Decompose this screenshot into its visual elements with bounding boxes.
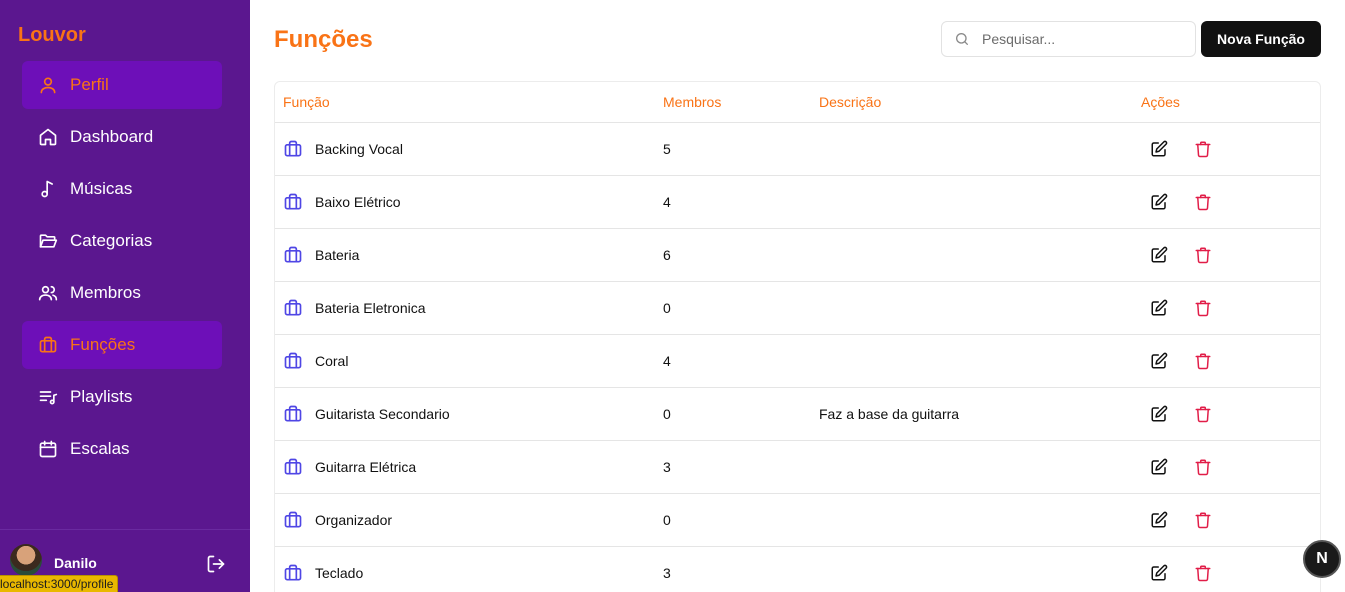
member-count: 4 bbox=[663, 353, 671, 369]
table-header: Função Membros Descrição Ações bbox=[275, 82, 1320, 123]
function-name: Guitarista Secondario bbox=[315, 406, 450, 422]
trash-icon[interactable] bbox=[1194, 564, 1212, 582]
edit-icon[interactable] bbox=[1150, 564, 1168, 582]
function-name: Teclado bbox=[315, 565, 364, 581]
user-icon bbox=[38, 75, 58, 95]
function-name: Guitarra Elétrica bbox=[315, 459, 417, 475]
dev-tools-badge[interactable]: N bbox=[1303, 540, 1341, 578]
member-count: 5 bbox=[663, 141, 671, 157]
trash-icon[interactable] bbox=[1194, 458, 1212, 476]
edit-icon[interactable] bbox=[1150, 299, 1168, 317]
edit-icon[interactable] bbox=[1150, 511, 1168, 529]
table-row: Guitarista Secondario 0 Faz a base da guit… bbox=[275, 388, 1320, 441]
member-count: 0 bbox=[663, 406, 671, 422]
search-input[interactable] bbox=[982, 31, 1182, 47]
trash-icon[interactable] bbox=[1194, 140, 1212, 158]
briefcase-icon bbox=[283, 404, 303, 424]
briefcase-icon bbox=[283, 298, 303, 318]
table-row: Teclado 3 bbox=[275, 547, 1320, 592]
briefcase-icon bbox=[283, 510, 303, 530]
column-header-name[interactable]: Função bbox=[283, 94, 330, 110]
member-count: 6 bbox=[663, 247, 671, 263]
sidebar-item-label: Membros bbox=[70, 283, 141, 302]
page-title: Funções bbox=[274, 26, 373, 53]
briefcase-icon bbox=[283, 192, 303, 212]
search-box[interactable] bbox=[941, 21, 1196, 57]
briefcase-icon bbox=[38, 335, 58, 355]
sidebar-item-perfil[interactable]: Perfil bbox=[22, 61, 222, 109]
edit-icon[interactable] bbox=[1150, 405, 1168, 423]
status-url-tooltip: localhost:3000/profile bbox=[0, 575, 119, 592]
user-name: Danilo bbox=[54, 555, 97, 571]
sidebar-item-label: Dashboard bbox=[70, 127, 154, 146]
sidebar-item-escalas[interactable]: Escalas bbox=[22, 425, 222, 473]
edit-icon[interactable] bbox=[1150, 458, 1168, 476]
home-icon bbox=[38, 127, 58, 147]
column-header-description[interactable]: Descrição bbox=[819, 94, 881, 110]
table-row: Coral 4 bbox=[275, 335, 1320, 388]
sidebar: Louvor Perfil Dashboard Músicas Categori… bbox=[0, 0, 250, 592]
column-header-members[interactable]: Membros bbox=[663, 94, 721, 110]
sidebar-item-playlists[interactable]: Playlists bbox=[22, 373, 222, 421]
sidebar-item-label: Escalas bbox=[70, 439, 130, 458]
logout-icon[interactable] bbox=[206, 554, 226, 574]
table-row: Organizador 0 bbox=[275, 494, 1320, 547]
member-count: 3 bbox=[663, 565, 671, 581]
folder-open-icon bbox=[38, 231, 58, 251]
briefcase-icon bbox=[283, 351, 303, 371]
brand-logo[interactable]: Louvor bbox=[18, 24, 86, 47]
edit-icon[interactable] bbox=[1150, 193, 1168, 211]
table-row: Bateria 6 bbox=[275, 229, 1320, 282]
table-row: Backing Vocal 5 bbox=[275, 123, 1320, 176]
trash-icon[interactable] bbox=[1194, 511, 1212, 529]
trash-icon[interactable] bbox=[1194, 246, 1212, 264]
sidebar-item-categorias[interactable]: Categorias bbox=[22, 217, 222, 265]
functions-table: Função Membros Descrição Ações Backing V… bbox=[274, 81, 1321, 592]
sidebar-item-label: Categorias bbox=[70, 231, 153, 250]
edit-icon[interactable] bbox=[1150, 352, 1168, 370]
sidebar-nav: Perfil Dashboard Músicas Categorias Memb… bbox=[22, 61, 222, 477]
sidebar-item-membros[interactable]: Membros bbox=[22, 269, 222, 317]
trash-icon[interactable] bbox=[1194, 193, 1212, 211]
edit-icon[interactable] bbox=[1150, 246, 1168, 264]
music-note-icon bbox=[38, 179, 58, 199]
function-name: Backing Vocal bbox=[315, 141, 403, 157]
function-name: Bateria bbox=[315, 247, 360, 263]
trash-icon[interactable] bbox=[1194, 299, 1212, 317]
briefcase-icon bbox=[283, 457, 303, 477]
member-count: 0 bbox=[663, 512, 671, 528]
sidebar-item-dashboard[interactable]: Dashboard bbox=[22, 113, 222, 161]
function-description: Faz a base da guitarra bbox=[819, 406, 960, 422]
member-count: 4 bbox=[663, 194, 671, 210]
table-row: Guitarra Elétrica 3 bbox=[275, 441, 1320, 494]
sidebar-item-musicas[interactable]: Músicas bbox=[22, 165, 222, 213]
table-row: Bateria Eletronica 0 bbox=[275, 282, 1320, 335]
function-name: Organizador bbox=[315, 512, 393, 528]
sidebar-item-label: Playlists bbox=[70, 387, 133, 406]
edit-icon[interactable] bbox=[1150, 140, 1168, 158]
trash-icon[interactable] bbox=[1194, 405, 1212, 423]
table-row: Baixo Elétrico 4 bbox=[275, 176, 1320, 229]
new-function-button[interactable]: Nova Função bbox=[1201, 21, 1321, 57]
avatar[interactable] bbox=[10, 544, 42, 576]
sidebar-item-label: Músicas bbox=[70, 179, 133, 198]
sidebar-item-label: Funções bbox=[70, 335, 136, 354]
member-count: 0 bbox=[663, 300, 671, 316]
list-music-icon bbox=[38, 387, 58, 407]
sidebar-item-funcoes[interactable]: Funções bbox=[22, 321, 222, 369]
column-header-actions: Ações bbox=[1141, 94, 1180, 110]
briefcase-icon bbox=[283, 139, 303, 159]
briefcase-icon bbox=[283, 563, 303, 583]
function-name: Baixo Elétrico bbox=[315, 194, 401, 210]
trash-icon[interactable] bbox=[1194, 352, 1212, 370]
users-icon bbox=[38, 283, 58, 303]
sidebar-item-label: Perfil bbox=[70, 75, 109, 94]
member-count: 3 bbox=[663, 459, 671, 475]
calendar-icon bbox=[38, 439, 58, 459]
function-name: Coral bbox=[315, 353, 349, 369]
function-name: Bateria Eletronica bbox=[315, 300, 426, 316]
search-icon bbox=[954, 31, 970, 47]
briefcase-icon bbox=[283, 245, 303, 265]
